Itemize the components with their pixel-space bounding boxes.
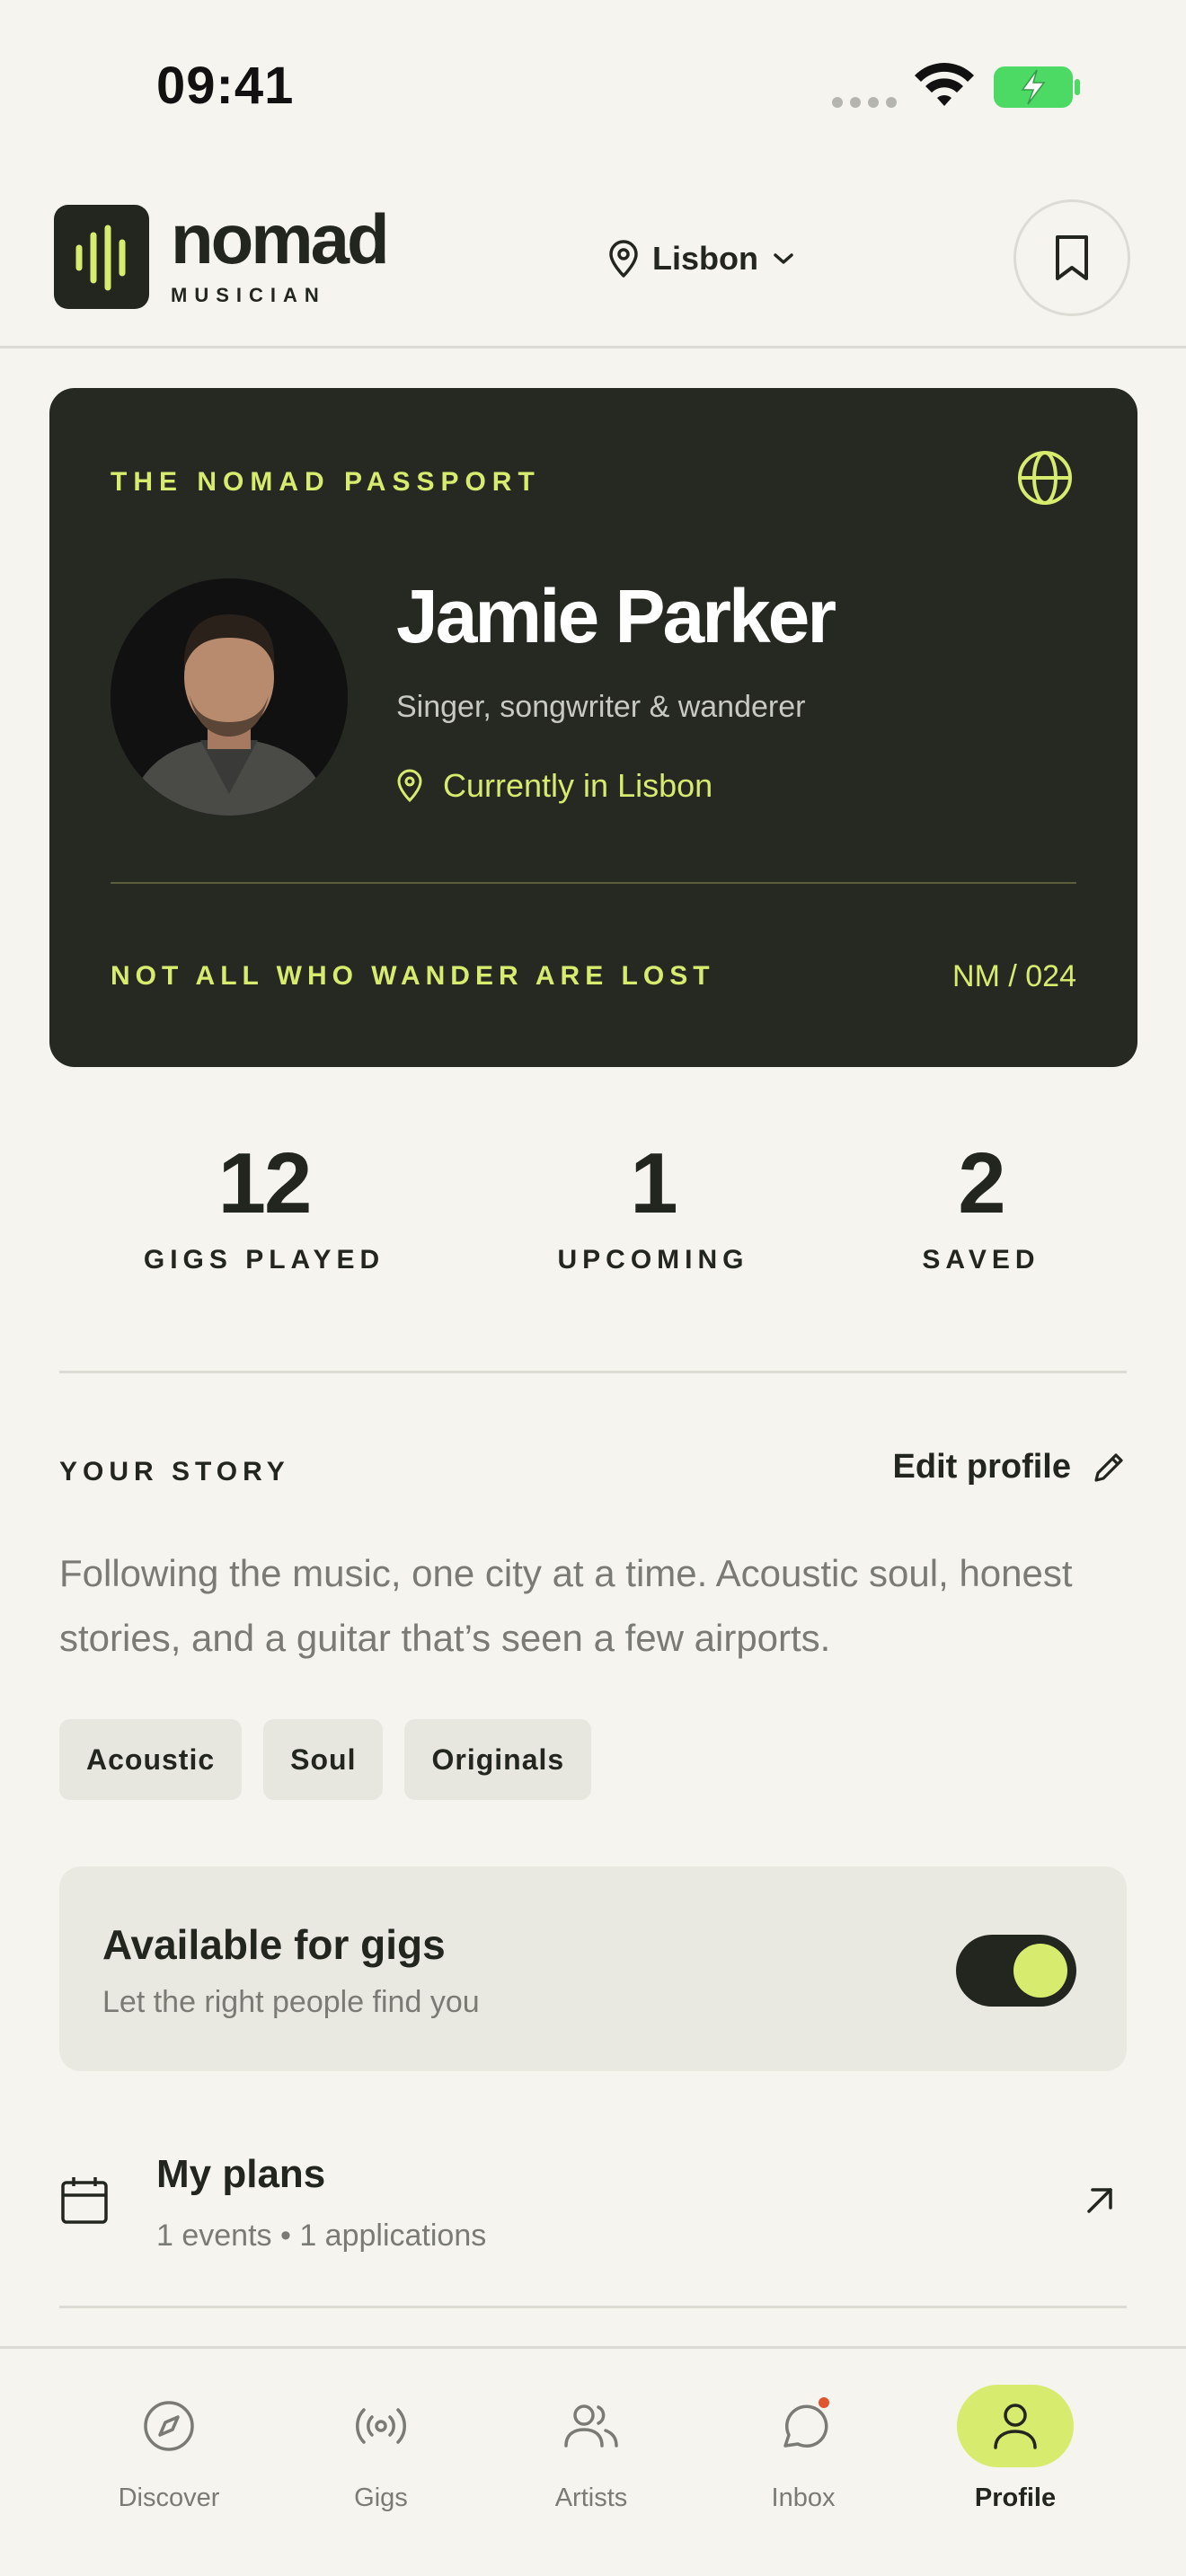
passport-motto: NOT ALL WHO WANDER ARE LOST — [111, 961, 715, 991]
message-icon — [783, 2404, 828, 2448]
users-icon — [564, 2404, 618, 2448]
nav-icon-wrap — [533, 2385, 650, 2467]
status-time: 09:41 — [156, 57, 295, 115]
current-location: Currently in Lisbon — [396, 767, 712, 805]
app-header: nomad MUSICIAN Lisbon — [0, 171, 1186, 348]
genre-tags: Acoustic Soul Originals — [59, 1719, 592, 1800]
nav-label: Inbox — [771, 2483, 836, 2512]
my-plans-title: My plans — [156, 2152, 326, 2196]
map-pin-icon — [397, 769, 422, 803]
logo-subtitle: MUSICIAN — [171, 284, 326, 306]
availability-toggle[interactable] — [956, 1935, 1076, 2007]
bookmark-icon — [1056, 235, 1088, 280]
nav-label: Artists — [554, 2483, 628, 2512]
passport-title: THE NOMAD PASSPORT — [111, 467, 541, 497]
stat-value: 1 — [630, 1135, 677, 1231]
stat-upcoming: 1 UPCOMING — [518, 1134, 788, 1275]
stat-value: 12 — [217, 1135, 313, 1231]
artist-bio: Singer, songwriter & wanderer — [396, 690, 806, 724]
tag-soul: Soul — [263, 1719, 384, 1800]
nav-gigs[interactable]: Gigs — [291, 2385, 471, 2513]
passport-number: NM / 024 — [952, 959, 1076, 993]
nav-label: Profile — [974, 2483, 1057, 2512]
divider — [59, 1371, 1127, 1373]
calendar-icon — [61, 2177, 108, 2224]
pencil-icon — [1094, 1452, 1123, 1482]
my-plans-subtitle: 1 events • 1 applications — [156, 2219, 487, 2253]
avatar — [111, 578, 348, 816]
battery-charging-icon — [994, 66, 1080, 108]
stat-value: 2 — [958, 1135, 1005, 1231]
wifi-icon — [915, 63, 974, 106]
my-plans-row[interactable]: My plans 1 events • 1 applications — [59, 2114, 1127, 2308]
nav-discover[interactable]: Discover — [79, 2385, 259, 2513]
user-icon — [994, 2404, 1037, 2449]
signal-dots-icon — [832, 97, 897, 108]
story-heading: YOUR STORY — [59, 1457, 290, 1486]
availability-title: Available for gigs — [102, 1921, 446, 1968]
tag-originals: Originals — [404, 1719, 592, 1800]
logo-mark-icon — [54, 205, 149, 309]
nav-icon-wrap — [323, 2385, 439, 2467]
bookmark-button[interactable] — [1013, 199, 1130, 316]
status-bar: 09:41 — [0, 0, 1186, 171]
arrow-up-right-icon — [1087, 2188, 1112, 2213]
logo-text: nomad — [171, 199, 390, 278]
nav-artists[interactable]: Artists — [501, 2385, 681, 2513]
stat-gigs-played: 12 GIGS PLAYED — [129, 1134, 399, 1275]
availability-card: Available for gigs Let the right people … — [59, 1866, 1127, 2071]
broadcast-icon — [356, 2408, 406, 2444]
globe-icon — [1018, 451, 1072, 505]
chevron-down-icon — [774, 253, 793, 264]
notification-dot — [819, 2397, 829, 2408]
nav-icon-wrap — [745, 2385, 862, 2467]
edit-profile-button[interactable]: Edit profile — [893, 1448, 1127, 1486]
toggle-knob — [1013, 1944, 1067, 1998]
nav-profile[interactable]: Profile — [925, 2385, 1105, 2513]
availability-subtitle: Let the right people find you — [102, 1985, 480, 2019]
current-location-label: Currently in Lisbon — [443, 767, 713, 804]
map-pin-icon — [609, 240, 638, 278]
edit-profile-label: Edit profile — [892, 1448, 1071, 1486]
stat-label: SAVED — [922, 1245, 1040, 1275]
nav-label: Discover — [118, 2483, 220, 2512]
stat-label: UPCOMING — [557, 1245, 749, 1275]
location-selector[interactable]: Lisbon — [607, 232, 796, 286]
bottom-nav: Discover Gigs Artists Inbox Profile — [0, 2346, 1186, 2576]
nav-icon-wrap-active — [957, 2385, 1074, 2467]
compass-icon — [144, 2401, 194, 2451]
nav-label: Gigs — [354, 2483, 408, 2512]
story-text: Following the music, one city at a time.… — [59, 1552, 1073, 1659]
nav-inbox[interactable]: Inbox — [713, 2385, 893, 2513]
location-label: Lisbon — [652, 240, 758, 277]
artist-name: Jamie Parker — [396, 574, 836, 658]
stat-saved: 2 SAVED — [846, 1134, 1116, 1275]
tag-acoustic: Acoustic — [59, 1719, 243, 1800]
stat-label: GIGS PLAYED — [143, 1245, 385, 1275]
nav-icon-wrap — [111, 2385, 227, 2467]
passport-card: THE NOMAD PASSPORT Jamie Parker Singer, … — [49, 388, 1137, 1067]
passport-divider — [111, 882, 1076, 884]
